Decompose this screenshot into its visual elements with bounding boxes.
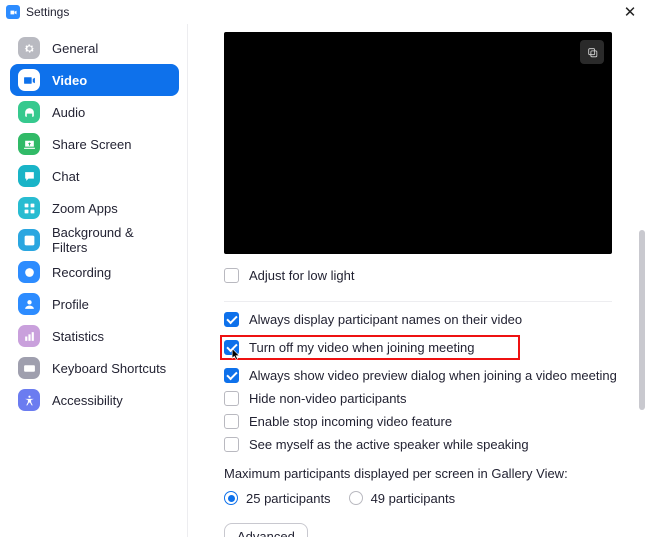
- stats-icon: [18, 325, 40, 347]
- sidebar-item-label: Keyboard Shortcuts: [52, 361, 166, 376]
- sidebar-item-label: Share Screen: [52, 137, 132, 152]
- profile-icon: [18, 293, 40, 315]
- checkbox-see-myself[interactable]: [224, 437, 239, 452]
- sidebar-item-label: Video: [52, 73, 87, 88]
- gear-icon: [18, 37, 40, 59]
- divider: [224, 301, 612, 302]
- sidebar-item-label: Statistics: [52, 329, 104, 344]
- sidebar-item-accessibility[interactable]: Accessibility: [10, 384, 179, 416]
- checkbox-hide-nonvideo[interactable]: [224, 391, 239, 406]
- sidebar-item-statistics[interactable]: Statistics: [10, 320, 179, 352]
- checkbox-stop-incoming[interactable]: [224, 414, 239, 429]
- video-preview: [224, 32, 612, 254]
- sidebar-item-label: Profile: [52, 297, 89, 312]
- option-preview-dialog[interactable]: Always show video preview dialog when jo…: [224, 368, 629, 383]
- option-hide-nonvideo[interactable]: Hide non-video participants: [224, 391, 629, 406]
- option-label: Enable stop incoming video feature: [249, 414, 452, 429]
- app-icon: [6, 5, 20, 19]
- checkbox-preview-dialog[interactable]: [224, 368, 239, 383]
- rotate-icon: [586, 46, 599, 59]
- record-icon: [18, 261, 40, 283]
- radio[interactable]: [224, 491, 238, 505]
- radio-option[interactable]: 25 participants: [224, 491, 331, 506]
- chat-icon: [18, 165, 40, 187]
- sidebar-item-shortcuts[interactable]: Keyboard Shortcuts: [10, 352, 179, 384]
- option-label: Always display participant names on thei…: [249, 312, 522, 327]
- sidebar-item-zoom-apps[interactable]: Zoom Apps: [10, 192, 179, 224]
- sidebar-item-label: Chat: [52, 169, 79, 184]
- highlight-box: Turn off my video when joining meeting: [220, 335, 520, 360]
- sidebar-item-label: General: [52, 41, 98, 56]
- sidebar-item-label: Accessibility: [52, 393, 123, 408]
- apps-icon: [18, 197, 40, 219]
- video-icon: [18, 69, 40, 91]
- checkbox-turn-off-video[interactable]: [224, 340, 239, 355]
- sidebar-item-background[interactable]: Background & Filters: [10, 224, 179, 256]
- sidebar-item-label: Background & Filters: [52, 225, 171, 255]
- filters-icon: [18, 229, 40, 251]
- sidebar: General Video Audio Share Screen Chat Zoom Ap…: [0, 24, 188, 537]
- window-title: Settings: [26, 5, 69, 19]
- sidebar-item-profile[interactable]: Profile: [10, 288, 179, 320]
- close-button[interactable]: ✕: [621, 3, 639, 21]
- option-label: Always show video preview dialog when jo…: [249, 368, 617, 383]
- radio[interactable]: [349, 491, 363, 505]
- sidebar-item-share-screen[interactable]: Share Screen: [10, 128, 179, 160]
- keyboard-icon: [18, 357, 40, 379]
- sidebar-item-audio[interactable]: Audio: [10, 96, 179, 128]
- accessibility-icon: [18, 389, 40, 411]
- option-stop-incoming[interactable]: Enable stop incoming video feature: [224, 414, 629, 429]
- scroll-thumb[interactable]: [639, 230, 645, 410]
- sidebar-item-label: Audio: [52, 105, 85, 120]
- option-label: Hide non-video participants: [249, 391, 407, 406]
- option-turn-off-video[interactable]: Turn off my video when joining meeting: [224, 335, 629, 360]
- share-icon: [18, 133, 40, 155]
- sidebar-item-chat[interactable]: Chat: [10, 160, 179, 192]
- radio-label: 25 participants: [246, 491, 331, 506]
- option-see-myself[interactable]: See myself as the active speaker while s…: [224, 437, 629, 452]
- option-label: Turn off my video when joining meeting: [249, 340, 474, 355]
- sidebar-item-recording[interactable]: Recording: [10, 256, 179, 288]
- sidebar-item-video[interactable]: Video: [10, 64, 179, 96]
- option-label: Adjust for low light: [249, 268, 355, 283]
- radio-option[interactable]: 49 participants: [349, 491, 456, 506]
- rotate-camera-button[interactable]: [580, 40, 604, 64]
- checkbox-display-names[interactable]: [224, 312, 239, 327]
- option-adjust-low-light[interactable]: Adjust for low light: [224, 268, 629, 283]
- radio-label: 49 participants: [371, 491, 456, 506]
- gallery-radio-group: 25 participants 49 participants: [224, 489, 629, 507]
- option-label: See myself as the active speaker while s…: [249, 437, 529, 452]
- sidebar-item-label: Zoom Apps: [52, 201, 118, 216]
- option-display-names[interactable]: Always display participant names on thei…: [224, 312, 629, 327]
- titlebar: Settings ✕: [0, 0, 647, 24]
- sidebar-item-label: Recording: [52, 265, 111, 280]
- content-pane: Adjust for low light Always display part…: [188, 24, 647, 537]
- gallery-view-label: Maximum participants displayed per scree…: [224, 466, 629, 481]
- headphones-icon: [18, 101, 40, 123]
- close-icon: ✕: [624, 3, 637, 21]
- scrollbar[interactable]: [639, 30, 645, 531]
- advanced-button[interactable]: Advanced: [224, 523, 308, 537]
- checkbox-adjust-low-light[interactable]: [224, 268, 239, 283]
- sidebar-item-general[interactable]: General: [10, 32, 179, 64]
